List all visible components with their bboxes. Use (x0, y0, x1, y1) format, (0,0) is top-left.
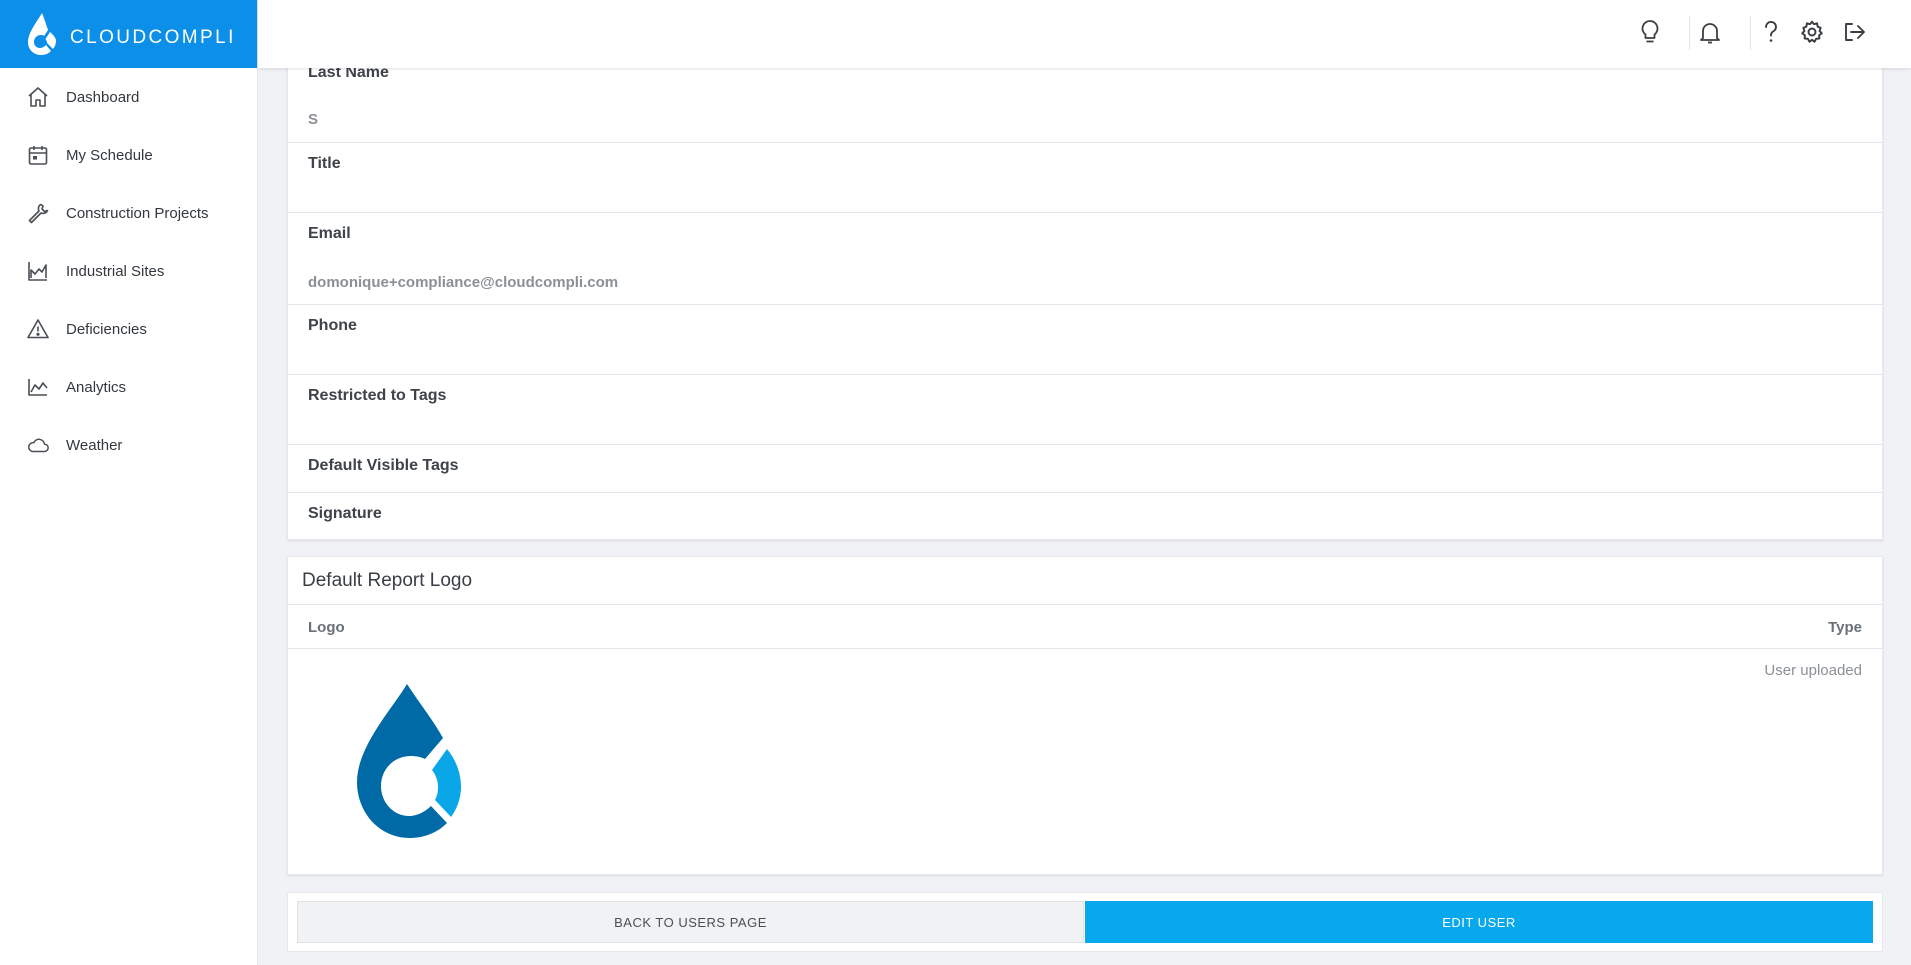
cloudcompli-logo-icon (28, 13, 56, 55)
topbar-divider (1689, 16, 1690, 50)
sidebar-item-label: Dashboard (66, 88, 140, 106)
report-logo-row: User uploaded (288, 649, 1882, 874)
sidebar-item-label: Analytics (66, 378, 127, 396)
logo-type-value: User uploaded (1764, 662, 1862, 679)
email-field: Email domonique+compliance@cloudcompli.c… (288, 213, 1882, 305)
sidebar-item-my-schedule[interactable]: My Schedule (0, 126, 257, 184)
factory-icon (26, 259, 50, 283)
sidebar-item-deficiencies[interactable]: Deficiencies (0, 300, 257, 358)
gear-icon[interactable] (1797, 17, 1827, 47)
edit-user-button[interactable]: EDIT USER (1085, 901, 1873, 943)
title-field: Title (288, 143, 1882, 213)
type-column-header: Type (1828, 619, 1862, 636)
calendar-icon (26, 143, 50, 167)
wrench-icon (26, 201, 50, 225)
phone-label: Phone (308, 317, 357, 334)
sidebar-item-construction-projects[interactable]: Construction Projects (0, 184, 257, 242)
brand-header[interactable]: CLOUDCOMPLI (0, 0, 257, 68)
last-name-value: S (308, 111, 319, 128)
email-value: domonique+compliance@cloudcompli.com (308, 274, 619, 291)
sidebar: CLOUDCOMPLI Dashboard My Schedule Constr… (0, 0, 258, 965)
home-icon (26, 85, 50, 109)
lightbulb-icon[interactable] (1635, 17, 1665, 47)
sidebar-item-label: Industrial Sites (66, 262, 165, 280)
signature-label: Signature (308, 505, 382, 522)
topbar-divider (1750, 16, 1751, 50)
sidebar-item-weather[interactable]: Weather (0, 416, 257, 474)
report-logo-table-header: Logo Type (288, 605, 1882, 649)
warning-icon (26, 317, 50, 341)
default-visible-tags-label: Default Visible Tags (308, 457, 459, 474)
sidebar-item-label: Weather (66, 436, 123, 454)
sidebar-item-label: My Schedule (66, 146, 153, 164)
report-logo-card: Default Report Logo Logo Type User uploa… (287, 556, 1883, 875)
restricted-tags-field: Restricted to Tags (288, 375, 1882, 445)
title-label: Title (308, 155, 341, 172)
brand-name: CLOUDCOMPLI (70, 27, 236, 48)
action-bar: BACK TO USERS PAGE EDIT USER (287, 892, 1883, 952)
logo-column-header: Logo (308, 619, 345, 636)
last-name-field: Last Name S (288, 56, 1882, 143)
sidebar-item-label: Construction Projects (66, 204, 209, 222)
phone-field: Phone (288, 305, 1882, 375)
default-visible-tags-field: Default Visible Tags (288, 445, 1882, 493)
email-label: Email (308, 225, 351, 242)
help-icon[interactable] (1756, 17, 1786, 47)
user-details-card: Last Name S Title Email domonique+compli… (287, 55, 1883, 540)
sidebar-item-industrial-sites[interactable]: Industrial Sites (0, 242, 257, 300)
uploaded-logo-image (357, 684, 461, 838)
sidebar-item-dashboard[interactable]: Dashboard (0, 68, 257, 126)
restricted-tags-label: Restricted to Tags (308, 387, 447, 404)
sidebar-item-label: Deficiencies (66, 320, 147, 338)
bell-icon[interactable] (1695, 17, 1725, 47)
sidebar-item-analytics[interactable]: Analytics (0, 358, 257, 416)
cloud-icon (26, 433, 50, 457)
logout-icon[interactable] (1840, 17, 1870, 47)
area-chart-icon (26, 375, 50, 399)
sidebar-nav: Dashboard My Schedule Construction Proje… (0, 68, 257, 474)
top-bar (258, 0, 1911, 68)
report-logo-title: Default Report Logo (288, 557, 1882, 605)
back-to-users-button[interactable]: BACK TO USERS PAGE (297, 901, 1084, 943)
signature-field: Signature (288, 493, 1882, 539)
